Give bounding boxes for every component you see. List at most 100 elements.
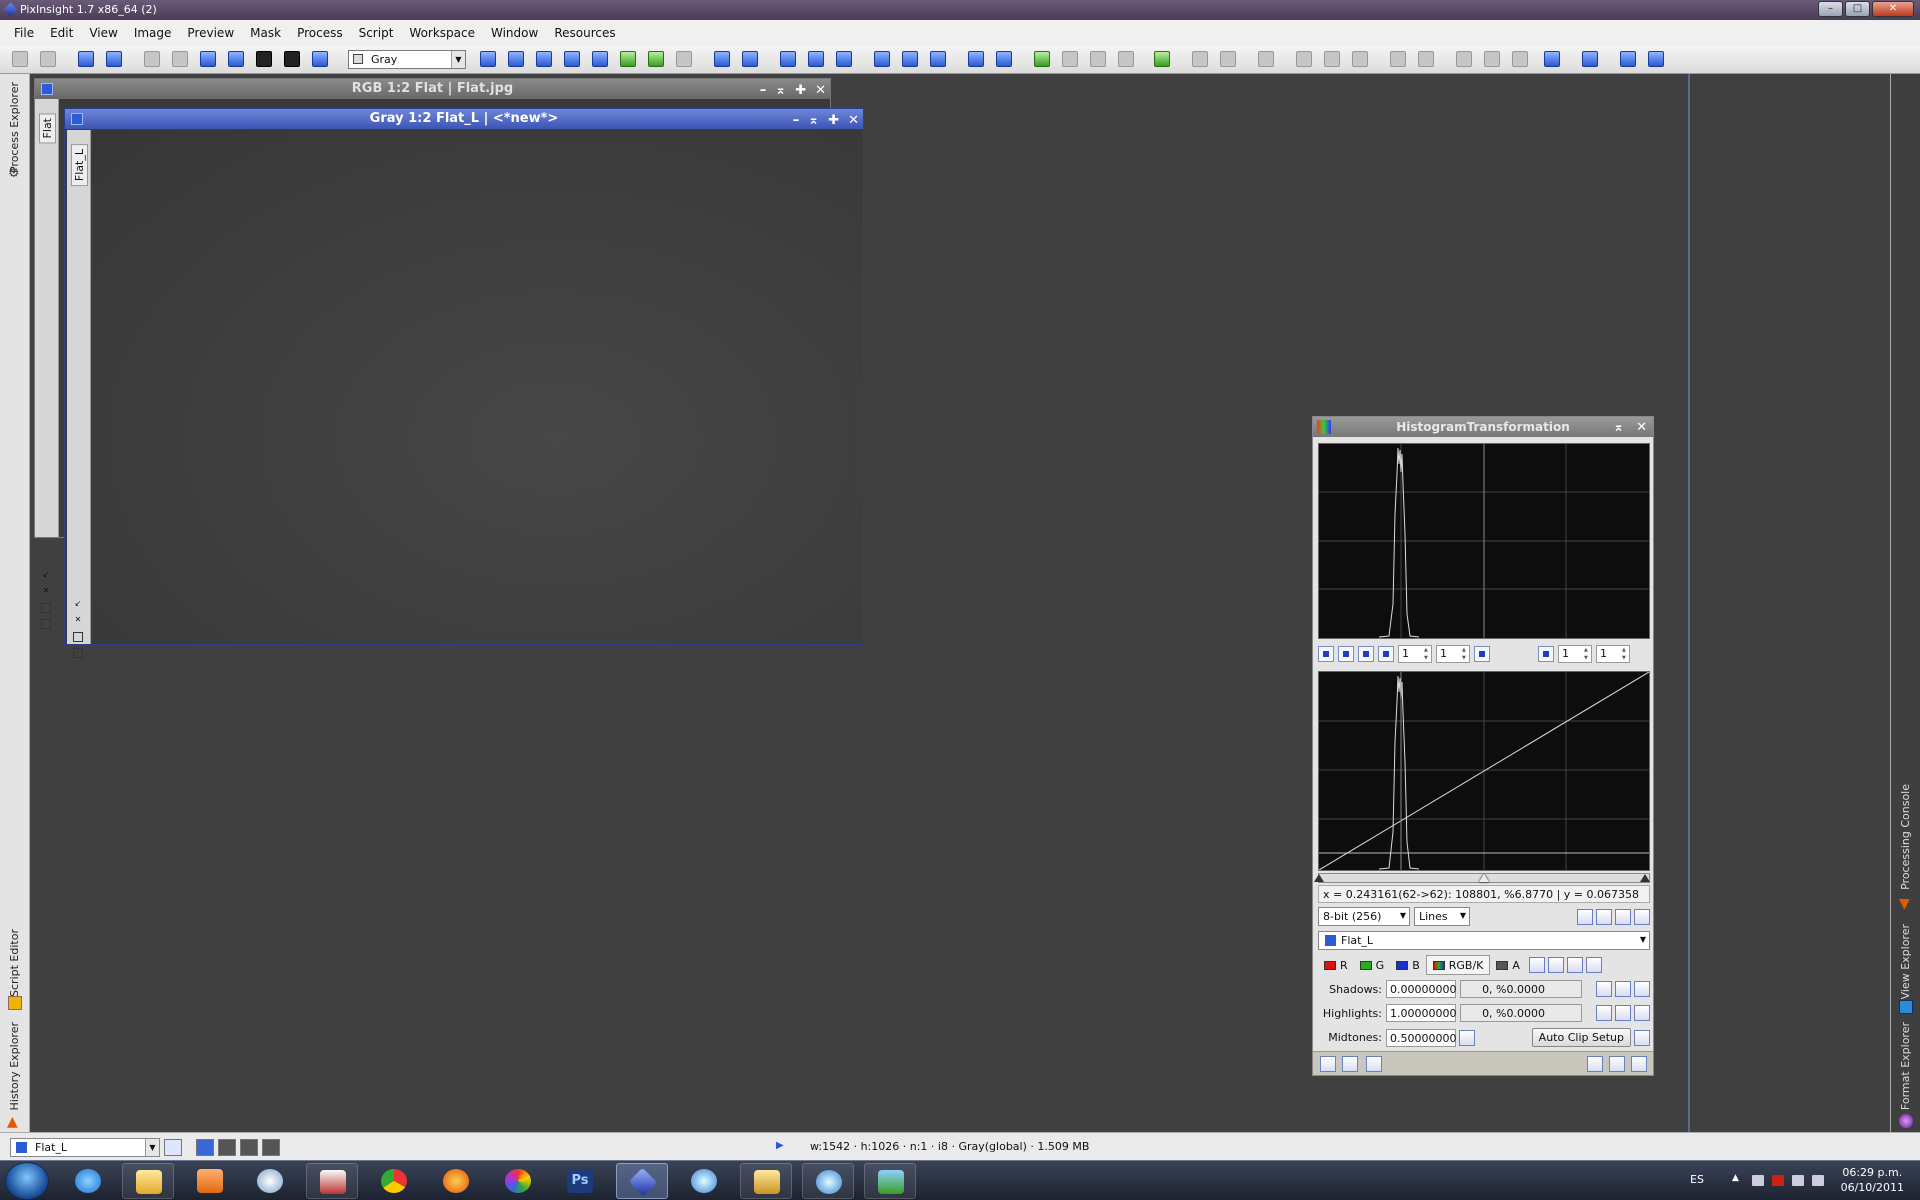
add-icon[interactable] [1585, 957, 1602, 973]
language-indicator[interactable]: ES [1690, 1173, 1704, 1186]
readout-icon[interactable] [228, 51, 244, 67]
taskbar-chrome[interactable] [368, 1163, 420, 1199]
link-channels-icon[interactable] [1528, 957, 1545, 973]
gray-h-icon[interactable] [1484, 51, 1500, 67]
channel-g-button[interactable]: G [1354, 955, 1391, 975]
browse-doc-icon[interactable] [1587, 1056, 1603, 1072]
zoom-down-icon[interactable] [1538, 646, 1554, 662]
close-button[interactable]: ✕ [1872, 1, 1914, 17]
edit-preview-icon[interactable] [648, 51, 664, 67]
new-image-icon[interactable] [78, 51, 94, 67]
flag-icon[interactable] [1752, 1175, 1764, 1186]
v-zoom-input-1[interactable]: 1 [1436, 645, 1470, 663]
image-canvas[interactable] [93, 130, 863, 644]
menu-script[interactable]: Script [351, 26, 402, 40]
gray-c-icon[interactable] [1258, 51, 1274, 67]
h-zoom-input-1[interactable]: 1 [1398, 645, 1432, 663]
v-zoom-input-2[interactable]: 1 [1596, 645, 1630, 663]
close-icon[interactable]: ✕ [1636, 418, 1647, 438]
gray-f-icon[interactable] [1352, 51, 1368, 67]
display-mode-red-icon[interactable] [218, 1139, 236, 1156]
iconize-icon[interactable]: ⌅ [1613, 418, 1624, 438]
stf-icon[interactable] [312, 51, 328, 67]
reset-instance-icon[interactable] [1631, 1056, 1647, 1072]
proof-icon[interactable] [1582, 51, 1598, 67]
view-tab-flat[interactable]: Flat [39, 113, 56, 144]
menu-mask[interactable]: Mask [242, 26, 289, 40]
zoom-11-icon[interactable] [1474, 646, 1490, 662]
taskbar-pixinsight[interactable] [616, 1163, 668, 1199]
network-icon[interactable] [1812, 1175, 1824, 1186]
shade-icon[interactable]: – [760, 81, 767, 101]
taskbar-photoshop[interactable]: Ps [554, 1163, 606, 1199]
shadows-reset-icon[interactable] [1634, 981, 1650, 997]
view-select[interactable]: Flat_L [1318, 931, 1650, 950]
arrange-icon[interactable] [930, 51, 946, 67]
menu-image[interactable]: Image [126, 26, 180, 40]
taskbar-firefox[interactable] [430, 1163, 482, 1199]
start-button[interactable] [5, 1162, 49, 1200]
tile-icon[interactable] [874, 51, 890, 67]
process-icon[interactable] [1034, 51, 1050, 67]
stretch-slider[interactable] [1314, 873, 1650, 883]
strip-box-icon[interactable] [41, 619, 51, 629]
invert-mask-icon[interactable] [284, 51, 300, 67]
reset-channel-icon[interactable] [1547, 957, 1564, 973]
tab-script-editor[interactable]: Script Editor [8, 929, 21, 997]
show-curve-icon[interactable] [1615, 908, 1631, 925]
view-selector[interactable]: Flat_L ▼ [10, 1138, 160, 1157]
pan-mode-icon[interactable] [480, 51, 496, 67]
close-icon[interactable]: ✕ [815, 81, 826, 101]
zoom-window-icon[interactable] [200, 51, 216, 67]
tab-process-explorer[interactable]: Process Explorer [8, 82, 21, 173]
menu-preview[interactable]: Preview [179, 26, 242, 40]
display-2-icon[interactable] [996, 51, 1012, 67]
strip-copy-icon[interactable] [73, 632, 83, 642]
strip-arrow-icon[interactable]: ↙ [41, 571, 51, 581]
explore-out-icon[interactable] [836, 51, 852, 67]
zoom-to-fit-icon[interactable] [536, 51, 552, 67]
shadows-auto-icon[interactable] [1596, 981, 1612, 997]
highlights-input[interactable]: 1.00000000 [1386, 1004, 1456, 1022]
menu-workspace[interactable]: Workspace [401, 26, 483, 40]
taskbar-internet-explorer[interactable] [62, 1163, 114, 1199]
shade-icon[interactable]: – [793, 111, 800, 131]
zoom-fit-icon[interactable] [1338, 646, 1354, 662]
reset-all-icon[interactable] [1566, 957, 1583, 973]
align-icon[interactable] [1418, 51, 1434, 67]
taskbar-settings[interactable] [244, 1163, 296, 1199]
h-zoom-input-2[interactable]: 1 [1558, 645, 1592, 663]
maximize-icon[interactable]: ✚ [795, 81, 806, 101]
close-icon[interactable]: ✕ [848, 111, 859, 131]
taskbar-safari-2[interactable] [802, 1163, 854, 1199]
output-histogram-plot[interactable] [1318, 671, 1650, 871]
view-properties-icon[interactable] [164, 1139, 182, 1156]
play-icon[interactable]: ▶ [776, 1140, 784, 1151]
crop-icon[interactable] [172, 51, 188, 67]
pointer-icon[interactable] [676, 51, 692, 67]
iconize-icon[interactable]: ⌅ [808, 111, 819, 131]
green-frame-icon[interactable] [1154, 51, 1170, 67]
new-preview-icon[interactable] [620, 51, 636, 67]
shadows-handle[interactable] [1314, 874, 1324, 882]
auto-clip-icon[interactable] [1634, 1029, 1650, 1046]
gray-e-icon[interactable] [1324, 51, 1340, 67]
show-hidden-icon[interactable]: ▲ [1732, 1173, 1744, 1184]
menu-view[interactable]: View [81, 26, 125, 40]
display-mode-blue-icon[interactable] [262, 1139, 280, 1156]
paste-icon[interactable] [1118, 51, 1134, 67]
channel-rgbk-button[interactable]: RGB/K [1425, 955, 1491, 975]
highlights-auto-icon[interactable] [1596, 1005, 1612, 1021]
clock[interactable]: 06:29 p.m. 06/10/2011 [1841, 1165, 1904, 1195]
mask-icon[interactable] [256, 51, 272, 67]
midtones-reset-icon[interactable] [1459, 1029, 1475, 1046]
channel-a-button[interactable]: A [1490, 955, 1526, 975]
volume-icon[interactable] [1792, 1175, 1804, 1186]
taskbar-folder[interactable] [740, 1163, 792, 1199]
display-icon[interactable] [968, 51, 984, 67]
menu-edit[interactable]: Edit [42, 26, 81, 40]
gamut-icon[interactable] [1620, 51, 1636, 67]
show-grid-icon[interactable] [1634, 908, 1650, 925]
minimize-button[interactable]: – [1818, 1, 1843, 17]
log-histogram-icon[interactable] [1577, 908, 1593, 925]
